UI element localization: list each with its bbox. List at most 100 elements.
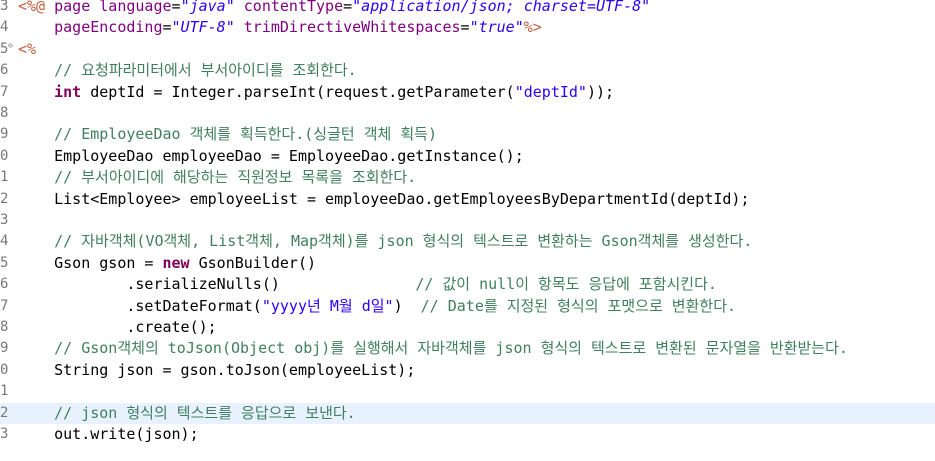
code-token: = (171, 0, 181, 15)
code-token: // 자바객체(VO객체, List객체, Map객체)를 json 형식의 텍… (54, 232, 753, 251)
code-line[interactable]: 7 .setDateFormat("yyyy년 M월 d일") // Date를… (0, 296, 935, 317)
code-line[interactable]: 6 .serializeNulls() // 값이 null이 항목도 응답에 … (0, 274, 935, 295)
code-token: List<Employee> employeeList = employeeDa… (18, 189, 750, 208)
code-token: new (162, 253, 190, 272)
code-token: %> (523, 18, 542, 37)
line-number: 7 (0, 83, 9, 100)
code-text: // 자바객체(VO객체, List객체, Map객체)를 json 형식의 텍… (18, 231, 752, 252)
code-text: List<Employee> employeeList = employeeDa… (18, 189, 750, 210)
code-token: = (460, 18, 470, 37)
code-line[interactable]: 0 String json = gson.toJson(employeeList… (0, 360, 935, 381)
line-number: 8 (0, 319, 9, 335)
code-token: "deptId" (514, 82, 587, 101)
code-token: = (162, 18, 172, 37)
code-editor[interactable]: 3 <%@ page language="java" contentType="a… (0, 0, 935, 461)
code-token: // 요청파라미터에서 부서아이디를 조회한다. (54, 61, 357, 80)
line-number: 1 (0, 169, 9, 186)
code-line[interactable]: 7 int deptId = Integer.parseInt(request.… (0, 82, 935, 103)
code-text: String json = gson.toJson(employeeList); (18, 360, 415, 381)
code-line[interactable]: 5 ⊖ <% (0, 39, 935, 60)
code-token: .create(); (18, 318, 217, 336)
code-line[interactable]: 4 // 자바객체(VO객체, List객체, Map객체)를 json 형식의… (0, 231, 935, 252)
code-token: deptId = Integer.parseInt(request.getPar… (81, 82, 515, 101)
line-number: 3 (0, 212, 9, 228)
code-line[interactable]: 4 pageEncoding="UTF-8" trimDirectiveWhit… (0, 17, 935, 38)
fold-toggle-icon[interactable]: ⊖ (8, 35, 13, 56)
code-text: .create(); (18, 317, 217, 338)
code-line[interactable]: 3 <%@ page language="java" contentType="a… (0, 0, 935, 17)
code-token: // 부서아이디에 해당하는 직원정보 목록을 조회한다. (54, 168, 417, 187)
code-text: // 부서아이디에 해당하는 직원정보 목록을 조회한다. (18, 167, 416, 188)
code-token: "yyyy년 M월 d일" (261, 296, 394, 315)
code-text: // EmployeeDao 객체를 획득한다.(싱글턴 객체 획득) (18, 124, 437, 145)
code-line[interactable]: 3 out.write(json); (0, 424, 935, 445)
code-line[interactable]: 2 // json 형식의 텍스트를 응답으로 보낸다. (0, 402, 935, 424)
code-text: .setDateFormat("yyyy년 M월 d일") // Date를 지… (18, 296, 736, 317)
code-token: Gson gson = (18, 253, 163, 272)
code-token: = (343, 0, 353, 15)
line-number: 7 (0, 297, 9, 314)
code-token: <%@ (18, 0, 46, 15)
code-text: <%@ page language="java" contentType="ap… (18, 0, 650, 17)
code-token: // json 형식의 텍스트를 응답으로 보낸다. (54, 403, 356, 422)
line-number: 3 (0, 426, 9, 442)
code-token: // EmployeeDao 객체를 획득한다.(싱글턴 객체 획득) (54, 125, 437, 144)
line-number: 6 (0, 62, 9, 79)
code-line[interactable]: 9 // Gson객체의 toJson(Object obj)를 실행해서 자바… (0, 338, 935, 359)
code-line[interactable]: 8 (0, 103, 935, 124)
code-line[interactable]: 3 (0, 210, 935, 231)
code-token: language (99, 0, 172, 15)
code-token: // Date를 지정된 형식의 포맷으로 변환한다. (420, 296, 737, 315)
line-number: 2 (0, 404, 9, 421)
code-line[interactable]: 0 EmployeeDao employeeDao = EmployeeDao.… (0, 146, 935, 167)
code-token: pageEncoding (54, 18, 163, 37)
code-token: // Gson객체의 toJson(Object obj)를 실행해서 자바객체… (54, 339, 848, 358)
code-line[interactable]: 5 Gson gson = new GsonBuilder() (0, 253, 935, 274)
code-token: contentType (243, 0, 344, 15)
code-text: // Gson객체의 toJson(Object obj)를 실행해서 자바객체… (18, 338, 848, 359)
line-number: 1 (0, 383, 9, 400)
code-text: pageEncoding="UTF-8" trimDirectiveWhites… (18, 17, 542, 38)
code-token: .setDateFormat( (18, 296, 262, 315)
code-token: GsonBuilder() (189, 253, 317, 272)
code-token: String json = gson.toJson(employeeList); (18, 360, 416, 379)
line-number: 9 (0, 126, 9, 143)
code-text: out.write(json); (18, 424, 199, 445)
code-text: // 요청파라미터에서 부서아이디를 조회한다. (18, 60, 357, 81)
line-number: 2 (0, 190, 9, 207)
line-number: 0 (0, 361, 9, 378)
code-token: "java" (180, 0, 235, 15)
line-number: 9 (0, 340, 9, 357)
code-token: )); (586, 82, 615, 101)
code-token: trimDirectiveWhitespaces (243, 18, 461, 37)
code-text: Gson gson = new GsonBuilder() (18, 253, 316, 274)
code-line[interactable]: 2 List<Employee> employeeList = employee… (0, 189, 935, 210)
code-token: "UTF-8" (171, 18, 235, 37)
code-token: "true" (469, 18, 524, 37)
code-token: EmployeeDao employeeDao = EmployeeDao.ge… (18, 146, 524, 165)
code-line[interactable]: 1 (0, 381, 935, 402)
code-text: .serializeNulls() // 값이 null이 항목도 응답에 포함… (18, 274, 717, 295)
code-text: // json 형식의 텍스트를 응답으로 보낸다. (18, 403, 356, 424)
code-token: <% (18, 39, 37, 58)
line-number: 0 (0, 147, 9, 164)
code-line[interactable]: 6 // 요청파라미터에서 부서아이디를 조회한다. (0, 60, 935, 81)
code-token: int (54, 82, 82, 101)
code-text: EmployeeDao employeeDao = EmployeeDao.ge… (18, 146, 524, 167)
code-line[interactable]: 9 // EmployeeDao 객체를 획득한다.(싱글턴 객체 획득) (0, 124, 935, 145)
code-token: ) (393, 296, 421, 315)
code-line[interactable]: 1 // 부서아이디에 해당하는 직원정보 목록을 조회한다. (0, 167, 935, 188)
code-text: <% (18, 39, 36, 60)
code-token: "application/json; charset=UTF-8" (352, 0, 651, 15)
code-line[interactable]: 8 .create(); (0, 317, 935, 338)
line-number: 3 (0, 0, 9, 14)
